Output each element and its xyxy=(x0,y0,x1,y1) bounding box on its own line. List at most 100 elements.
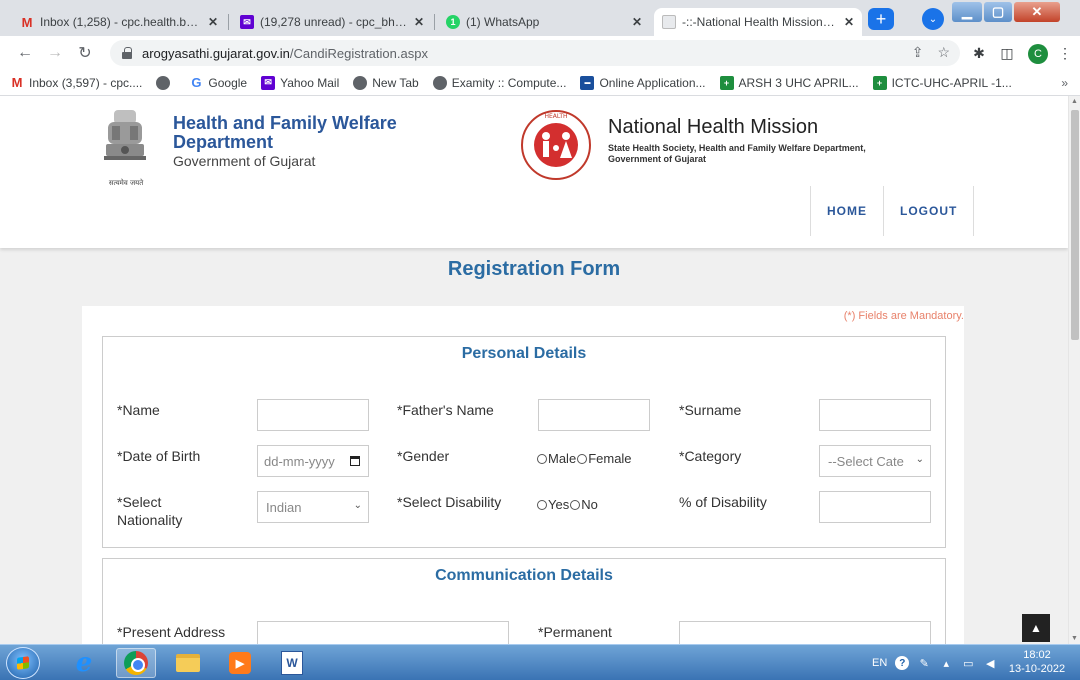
yahoo-mail-icon: ✉ xyxy=(240,15,254,29)
bookmark-gmail-inbox[interactable]: M Inbox (3,597) - cpc.... xyxy=(10,75,143,90)
department-title: Health and Family Welfare Department xyxy=(173,114,397,152)
bookmark-label: ICTC-UHC-APRIL -1... xyxy=(891,75,1012,90)
address-bar[interactable]: arogyasathi.gujarat.gov.in/CandiRegistra… xyxy=(110,40,960,66)
globe-icon xyxy=(353,75,368,90)
bookmark-globe[interactable] xyxy=(156,75,175,90)
gender-male-label: Male xyxy=(548,451,577,466)
reload-icon[interactable]: ↻ xyxy=(74,42,96,64)
gender-male-radio[interactable] xyxy=(537,453,547,464)
pen-icon[interactable]: ✎ xyxy=(917,656,931,670)
mandatory-note: (*) Fields are Mandatory. xyxy=(843,310,964,322)
taskbar-chrome[interactable] xyxy=(116,648,156,678)
scrollbar-thumb[interactable] xyxy=(1071,110,1079,340)
tab-whatsapp[interactable]: 1 (1) WhatsApp ✕ xyxy=(438,8,650,36)
close-icon[interactable]: ✕ xyxy=(208,15,218,29)
bookmark-online-application[interactable]: ▬ Online Application... xyxy=(580,75,706,90)
network-icon[interactable]: ▭ xyxy=(961,656,975,670)
menu-kebab-icon[interactable]: ⋮ xyxy=(1054,42,1076,64)
google-icon: G xyxy=(191,75,202,90)
site-header: सत्यमेव जयते Health and Family Welfare D… xyxy=(0,96,1068,248)
start-button[interactable] xyxy=(6,647,40,679)
tab-title: (19,278 unread) - cpc_bhavnag xyxy=(260,15,408,29)
bookmark-star-icon[interactable]: ☆ xyxy=(937,44,950,61)
bookmark-arsh[interactable]: + ARSH 3 UHC APRIL... xyxy=(719,75,859,90)
taskbar-word[interactable]: W xyxy=(272,648,312,678)
tab-gmail[interactable]: M Inbox (1,258) - cpc.health.bhav ✕ xyxy=(12,8,226,36)
section-title: Personal Details xyxy=(461,345,587,362)
gmail-icon: M xyxy=(11,75,23,90)
folder-icon xyxy=(176,654,200,672)
system-clock[interactable]: 18:02 13-10-2022 xyxy=(1004,648,1070,676)
taskbar-file-explorer[interactable] xyxy=(168,648,208,678)
nationality-label: *Select Nationality xyxy=(117,493,182,529)
close-icon[interactable]: ✕ xyxy=(844,15,854,29)
browser-tabstrip: M Inbox (1,258) - cpc.health.bhav ✕ ✉ (1… xyxy=(0,0,1080,36)
category-select[interactable]: --Select Cate ⌄ xyxy=(819,445,931,477)
taskbar-internet-explorer[interactable]: e xyxy=(64,648,104,678)
page-content: सत्यमेव जयते Health and Family Welfare D… xyxy=(0,96,1068,644)
side-panel-icon[interactable]: ◫ xyxy=(996,42,1018,64)
tab-title: (1) WhatsApp xyxy=(466,15,540,29)
bookmark-google[interactable]: G Google xyxy=(189,75,247,90)
disability-yes-radio[interactable] xyxy=(537,499,547,510)
taskbar-media-player[interactable]: ▶ xyxy=(220,648,260,678)
tab-national-health-mission[interactable]: -::-National Health Mission :: G ✕ xyxy=(654,8,862,36)
father-name-input[interactable] xyxy=(538,399,650,431)
url-host: arogyasathi.gujarat.gov.in xyxy=(142,45,290,61)
volume-icon[interactable]: ◀ xyxy=(983,656,997,670)
father-name-label: *Father's Name xyxy=(397,402,494,418)
bookmark-ictc[interactable]: + ICTC-UHC-APRIL -1... xyxy=(872,75,1012,90)
tab-search-icon[interactable]: ⌄ xyxy=(922,8,944,30)
scroll-up-icon[interactable]: ▲ xyxy=(1071,98,1078,105)
calendar-icon[interactable] xyxy=(350,456,360,466)
page-scrollbar[interactable]: ▲ ▼ xyxy=(1068,96,1080,644)
bookmark-new-tab[interactable]: New Tab xyxy=(353,75,419,90)
extensions-icon[interactable]: ✱ xyxy=(968,42,990,64)
registration-form: (*) Fields are Mandatory. Personal Detai… xyxy=(82,306,964,644)
tab-title: -::-National Health Mission :: G xyxy=(682,15,838,29)
disability-no-radio[interactable] xyxy=(570,499,581,510)
tab-yahoo-mail[interactable]: ✉ (19,278 unread) - cpc_bhavnag ✕ xyxy=(232,8,432,36)
department-subtitle: Government of Gujarat xyxy=(173,153,316,169)
dob-placeholder: dd-mm-yyyy xyxy=(264,453,335,469)
back-to-top-button[interactable]: ▲ xyxy=(1022,614,1050,642)
maximize-button[interactable]: ▢ xyxy=(984,2,1012,22)
surname-label: *Surname xyxy=(679,402,742,418)
nhm-title: National Health Mission xyxy=(608,116,819,138)
new-tab-button[interactable]: + xyxy=(868,8,894,30)
department-title-line2: Department xyxy=(173,132,274,152)
scroll-down-icon[interactable]: ▼ xyxy=(1071,635,1078,642)
name-input[interactable] xyxy=(257,399,369,431)
nationality-select[interactable]: Indian ⌄ xyxy=(257,491,369,523)
nav-home-link[interactable]: HOME xyxy=(810,186,883,236)
window-close-button[interactable]: ✕ xyxy=(1014,2,1060,22)
bookmark-examity[interactable]: Examity :: Compute... xyxy=(432,75,566,90)
show-hidden-icons-icon[interactable]: ▴ xyxy=(939,656,953,670)
close-icon[interactable]: ✕ xyxy=(632,15,642,29)
bookmark-yahoo-mail[interactable]: ✉ Yahoo Mail xyxy=(261,75,339,90)
gender-female-label: Female xyxy=(588,451,632,466)
dob-label: *Date of Birth xyxy=(117,448,201,464)
dob-input[interactable]: dd-mm-yyyy xyxy=(257,445,369,477)
help-icon[interactable]: ? xyxy=(895,656,910,670)
nationality-selected-value: Indian xyxy=(266,499,302,515)
nav-logout-link[interactable]: LOGOUT xyxy=(883,186,975,236)
bookmark-label: ARSH 3 UHC APRIL... xyxy=(738,75,859,90)
permanent-address-input[interactable] xyxy=(679,621,931,644)
gender-female-radio[interactable] xyxy=(577,453,588,464)
category-selected-value: --Select Cate xyxy=(828,453,904,469)
personal-details-section: Personal Details *Name *Father's Name *S… xyxy=(102,336,946,548)
disability-percent-input[interactable] xyxy=(819,491,931,523)
bookmarks-more-icon[interactable]: » xyxy=(1061,76,1068,90)
back-icon[interactable]: ← xyxy=(14,42,36,64)
disability-yes-label: Yes xyxy=(548,497,570,512)
close-icon[interactable]: ✕ xyxy=(414,15,424,29)
language-indicator[interactable]: EN xyxy=(872,657,887,669)
browser-toolbar: ← → ↻ arogyasathi.gujarat.gov.in/CandiRe… xyxy=(0,36,1080,70)
forward-icon[interactable]: → xyxy=(44,42,66,64)
share-icon[interactable]: ⇪ xyxy=(912,44,924,61)
minimize-button[interactable]: ▁ xyxy=(952,2,982,22)
present-address-input[interactable] xyxy=(257,621,509,644)
surname-input[interactable] xyxy=(819,399,931,431)
profile-avatar[interactable]: C xyxy=(1028,44,1048,64)
